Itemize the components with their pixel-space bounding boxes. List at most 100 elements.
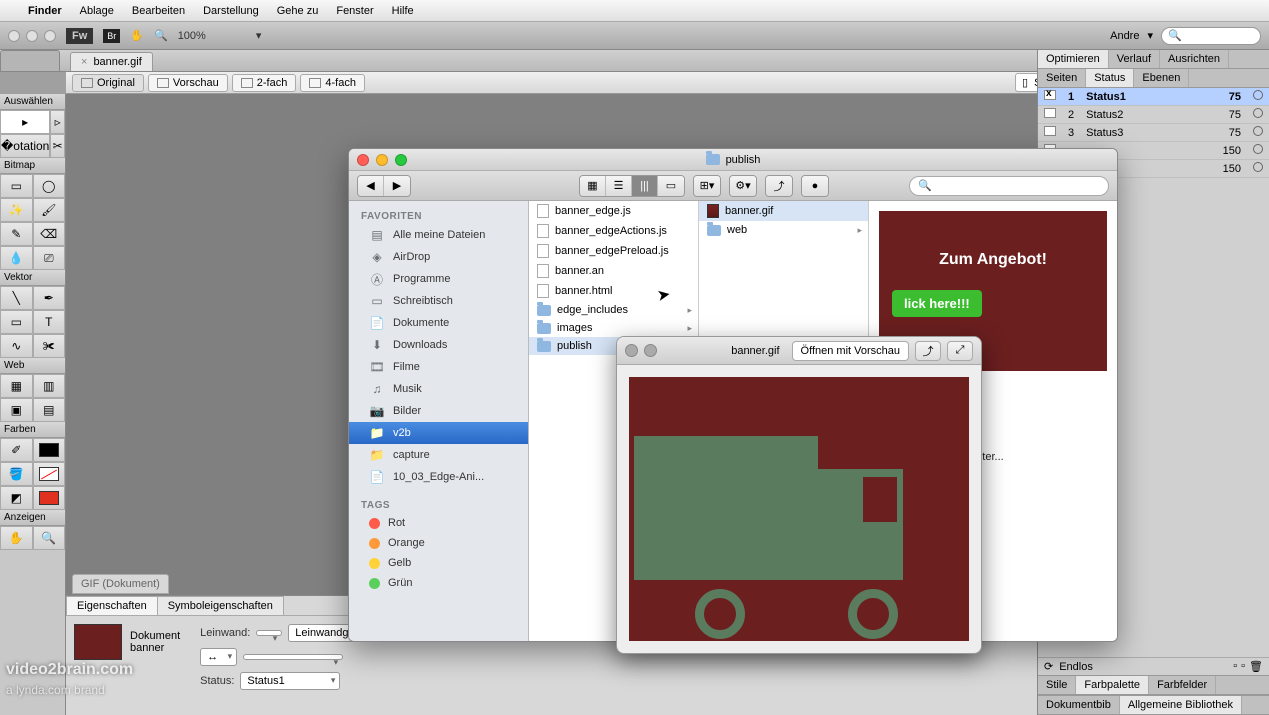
coverflow-view-button[interactable]: ▭ [658,176,684,196]
pointer-tool[interactable]: ▸ [0,110,50,134]
tab-farbfelder[interactable]: Farbfelder [1149,676,1216,694]
close-button[interactable] [625,344,638,357]
search-input[interactable]: 🔍 [1161,27,1261,45]
blur-tool[interactable]: 💧 [0,246,33,270]
delete-state-icon[interactable]: 🗑 [1249,660,1263,673]
sidebar-item-filme[interactable]: 🎞Filme [349,356,528,378]
new-state-icon[interactable]: ▫ [1233,660,1237,673]
hand-tool-icon[interactable]: ✋ [130,29,144,42]
sidebar-item-schreibtisch[interactable]: ▭Schreibtisch [349,290,528,312]
tags-button[interactable]: ● [802,176,828,196]
image-size-dropdown[interactable] [243,654,343,660]
back-button[interactable]: ◀ [358,176,384,196]
sidebar-item-bilder[interactable]: 📷Bilder [349,400,528,422]
quicklook-toolbar[interactable]: banner.gif Öffnen mit Vorschau ⤴ ⤢ [617,337,981,365]
fullscreen-button[interactable]: ⤢ [947,341,973,361]
tag-grün[interactable]: Grün [349,573,528,593]
sidebar-item-10-03-edge-ani-[interactable]: 📄10_03_Edge-Ani... [349,466,528,488]
screen-mode-tool[interactable]: ✋ [0,526,33,550]
arrange-button[interactable]: ⊞▾ [694,176,720,196]
visibility-toggle[interactable] [1044,126,1056,136]
view-4fach-button[interactable]: 4-fach [300,74,365,92]
canvas-color-picker[interactable] [256,630,282,636]
stamp-tool[interactable]: ⎚ [33,246,66,270]
fit-canvas-button[interactable]: ↔ [200,648,237,666]
swap-colors[interactable] [33,486,66,510]
share-button[interactable]: ⤴ [766,176,792,196]
icon-view-button[interactable]: ▦ [580,176,606,196]
pen-tool[interactable]: ✒ [33,286,66,310]
text-tool[interactable]: T [33,310,66,334]
tag-rot[interactable]: Rot [349,513,528,533]
user-menu[interactable]: Andre [1110,30,1139,42]
minimize-button[interactable] [376,154,388,166]
sidebar-item-dokumente[interactable]: 📄Dokumente [349,312,528,334]
sidebar-item-musik[interactable]: ♫Musik [349,378,528,400]
tab-stile[interactable]: Stile [1038,676,1076,694]
status-row[interactable]: 3Status375 [1038,124,1269,142]
status-row[interactable]: 2Status275 [1038,106,1269,124]
brush-tool[interactable]: 🖌 [33,198,66,222]
tab-farbpalette[interactable]: Farbpalette [1076,676,1149,694]
close-button[interactable] [357,154,369,166]
rect-tool[interactable]: ▭ [0,310,33,334]
eraser-tool[interactable]: ⌫ [33,222,66,246]
list-view-button[interactable]: ☰ [606,176,632,196]
share-button[interactable]: ⤴ [915,341,941,361]
tab-ebenen[interactable]: Ebenen [1134,69,1189,87]
line-tool[interactable]: ╲ [0,286,33,310]
file-item[interactable]: web [699,221,868,239]
slice-tool[interactable]: ▥ [33,374,66,398]
tab-ausrichten[interactable]: Ausrichten [1160,50,1229,68]
tag-orange[interactable]: Orange [349,533,528,553]
tab-status[interactable]: Status [1086,69,1134,87]
finder-titlebar[interactable]: publish [349,149,1117,171]
file-item[interactable]: banner.html [529,281,698,301]
tab-seiten[interactable]: Seiten [1038,69,1086,87]
subselect-tool[interactable]: ▹ [50,110,65,134]
file-item[interactable]: images [529,319,698,337]
marquee-tool[interactable]: ▭ [0,174,33,198]
minimize-button[interactable] [26,30,38,42]
finder-search-input[interactable]: 🔍 [909,176,1109,196]
hotspot-tool[interactable]: ▦ [0,374,33,398]
sidebar-item-programme[interactable]: ⒶProgramme [349,268,528,290]
zoom-button[interactable] [644,344,657,357]
tab-allgemeine-bib[interactable]: Allgemeine Bibliothek [1120,696,1242,714]
action-button[interactable]: ⚙▾ [730,176,756,196]
knife-tool[interactable]: ✀ [33,334,66,358]
open-with-preview-button[interactable]: Öffnen mit Vorschau [792,341,909,361]
file-item[interactable]: banner.gif [699,201,868,221]
zoom-tool[interactable]: 🔍 [33,526,66,550]
wand-tool[interactable]: ✨ [0,198,33,222]
zoom-button[interactable] [44,30,56,42]
close-button[interactable] [8,30,20,42]
menu-gehezu[interactable]: Gehe zu [277,5,319,17]
tab-verlauf[interactable]: Verlauf [1109,50,1160,68]
file-item[interactable]: banner_edgePreload.js [529,241,698,261]
finder-menu[interactable]: Finder [28,5,62,17]
scale-tool[interactable]: �otation [0,134,50,158]
view-2fach-button[interactable]: 2-fach [232,74,297,92]
file-item[interactable]: banner_edge.js [529,201,698,221]
sidebar-item-v2b[interactable]: 📁v2b [349,422,528,444]
visibility-toggle[interactable] [1044,108,1056,118]
menu-darstellung[interactable]: Darstellung [203,5,259,17]
sidebar-item-capture[interactable]: 📁capture [349,444,528,466]
file-item[interactable]: banner.an [529,261,698,281]
menu-fenster[interactable]: Fenster [336,5,373,17]
crop-tool[interactable]: ✂ [50,134,65,158]
zoom-tool-icon[interactable]: 🔍 [154,29,168,42]
status-row[interactable]: 1Status175 [1038,88,1269,106]
freeform-tool[interactable]: ∿ [0,334,33,358]
panel-collapse[interactable] [0,50,60,72]
fullscreen-button[interactable] [395,154,407,166]
bridge-badge[interactable]: Br [103,29,120,43]
tab-dokumentbib[interactable]: Dokumentbib [1038,696,1120,714]
duplicate-state-icon[interactable]: ▫ [1241,660,1245,673]
column-view-button[interactable]: ||| [632,176,658,196]
eyedropper-tool[interactable]: ✐ [0,438,33,462]
file-item[interactable]: edge_includes [529,301,698,319]
view-vorschau-button[interactable]: Vorschau [148,74,228,92]
view-original-button[interactable]: Original [72,74,144,92]
